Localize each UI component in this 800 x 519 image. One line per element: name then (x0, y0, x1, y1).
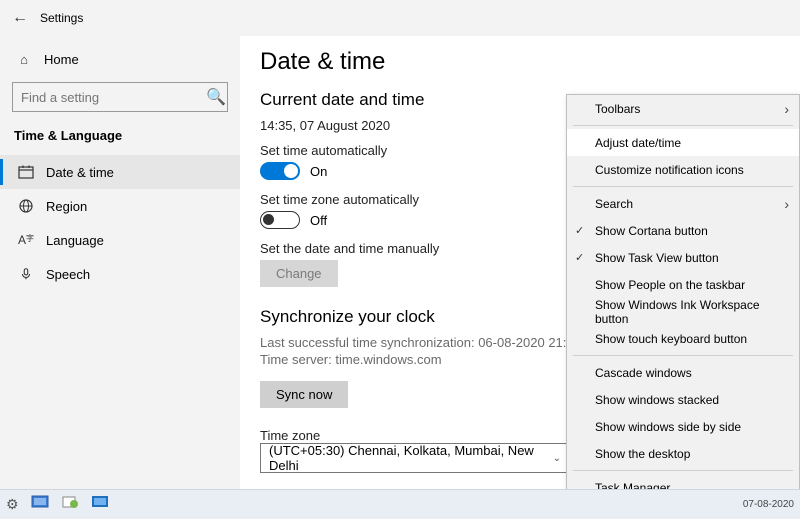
home-icon: ⌂ (14, 52, 34, 67)
ctx-label: Adjust date/time (595, 136, 681, 150)
microphone-icon (16, 267, 36, 281)
ctx-separator (573, 470, 793, 471)
ctx-label: Show windows stacked (595, 393, 719, 407)
home-row[interactable]: ⌂ Home (0, 42, 240, 76)
chevron-down-icon: ⌄ (553, 453, 561, 464)
ctx-show-desktop[interactable]: Show the desktop (567, 440, 799, 467)
tz-dropdown[interactable]: (UTC+05:30) Chennai, Kolkata, Mumbai, Ne… (260, 443, 570, 473)
ctx-separator (573, 355, 793, 356)
ctx-show-people[interactable]: Show People on the taskbar (567, 271, 799, 298)
sidebar-item-speech[interactable]: Speech (0, 257, 240, 291)
ctx-label: Show windows side by side (595, 420, 741, 434)
ctx-label: Show Windows Ink Workspace button (595, 298, 789, 326)
ctx-label: Show touch keyboard button (595, 332, 747, 346)
toggle-state: On (310, 164, 327, 179)
ctx-separator (573, 186, 793, 187)
ctx-side-by-side[interactable]: Show windows side by side (567, 413, 799, 440)
content: Date & time Current date and time 14:35,… (240, 36, 800, 489)
ctx-adjust-date-time[interactable]: Adjust date/time (567, 129, 799, 156)
toggle-on-icon (260, 162, 300, 180)
ctx-task-manager[interactable]: Task Manager (567, 474, 799, 489)
toggle-off-icon (260, 211, 300, 229)
taskbar-context-menu: Toolbars Adjust date/time Customize noti… (566, 94, 800, 489)
body: ⌂ Home 🔍 Time & Language Date & time Reg… (0, 36, 800, 489)
ctx-separator (573, 125, 793, 126)
titlebar: ← Settings (0, 0, 800, 36)
back-button[interactable]: ← (0, 9, 40, 27)
gear-icon[interactable]: ⚙ (6, 496, 19, 513)
search-input[interactable] (13, 90, 205, 105)
ctx-search[interactable]: Search (567, 190, 799, 217)
sidebar-item-label: Region (46, 199, 87, 214)
tz-value: (UTC+05:30) Chennai, Kolkata, Mumbai, Ne… (269, 443, 553, 473)
change-button: Change (260, 260, 338, 287)
ctx-label: Task Manager (595, 481, 670, 490)
ctx-label: Toolbars (595, 102, 640, 116)
page-title: Date & time (260, 48, 780, 76)
ctx-label: Cascade windows (595, 366, 692, 380)
ctx-label: Customize notification icons (595, 163, 744, 177)
sidebar-item-date-time[interactable]: Date & time (0, 155, 240, 189)
sidebar-item-language[interactable]: A字 Language (0, 223, 240, 257)
ctx-cascade[interactable]: Cascade windows (567, 359, 799, 386)
ctx-label: Show the desktop (595, 447, 690, 461)
clock-icon (16, 164, 36, 180)
search-box[interactable]: 🔍 (12, 82, 228, 112)
taskbar-left: ⚙ (6, 495, 109, 514)
search-icon: 🔍 (205, 87, 227, 107)
sidebar-item-label: Speech (46, 267, 90, 282)
taskbar-clock[interactable]: 07-08-2020 (743, 499, 794, 510)
tray-icon[interactable] (31, 495, 49, 514)
window-title: Settings (40, 11, 83, 25)
ctx-label: Show People on the taskbar (595, 278, 745, 292)
tray-icon[interactable] (91, 495, 109, 514)
home-label: Home (44, 52, 79, 67)
ctx-label: Show Task View button (595, 251, 719, 265)
sidebar-item-label: Date & time (46, 165, 114, 180)
settings-window: ← Settings ⌂ Home 🔍 Time & Language Date… (0, 0, 800, 519)
ctx-stacked[interactable]: Show windows stacked (567, 386, 799, 413)
toggle-state: Off (310, 213, 327, 228)
ctx-label: Search (595, 197, 633, 211)
globe-icon (16, 198, 36, 214)
sync-now-button[interactable]: Sync now (260, 381, 348, 408)
ctx-show-taskview[interactable]: Show Task View button (567, 244, 799, 271)
sidebar: ⌂ Home 🔍 Time & Language Date & time Reg… (0, 36, 240, 489)
ctx-show-cortana[interactable]: Show Cortana button (567, 217, 799, 244)
category-title: Time & Language (0, 118, 240, 149)
sidebar-item-region[interactable]: Region (0, 189, 240, 223)
ctx-show-touch-kb[interactable]: Show touch keyboard button (567, 325, 799, 352)
tray-icon[interactable] (61, 495, 79, 514)
ctx-label: Show Cortana button (595, 224, 708, 238)
ctx-show-ink[interactable]: Show Windows Ink Workspace button (567, 298, 799, 325)
taskbar[interactable]: ⚙ 07-08-2020 (0, 489, 800, 519)
language-icon: A字 (16, 233, 36, 247)
ctx-toolbars[interactable]: Toolbars (567, 95, 799, 122)
ctx-customize-icons[interactable]: Customize notification icons (567, 156, 799, 183)
sidebar-item-label: Language (46, 233, 104, 248)
